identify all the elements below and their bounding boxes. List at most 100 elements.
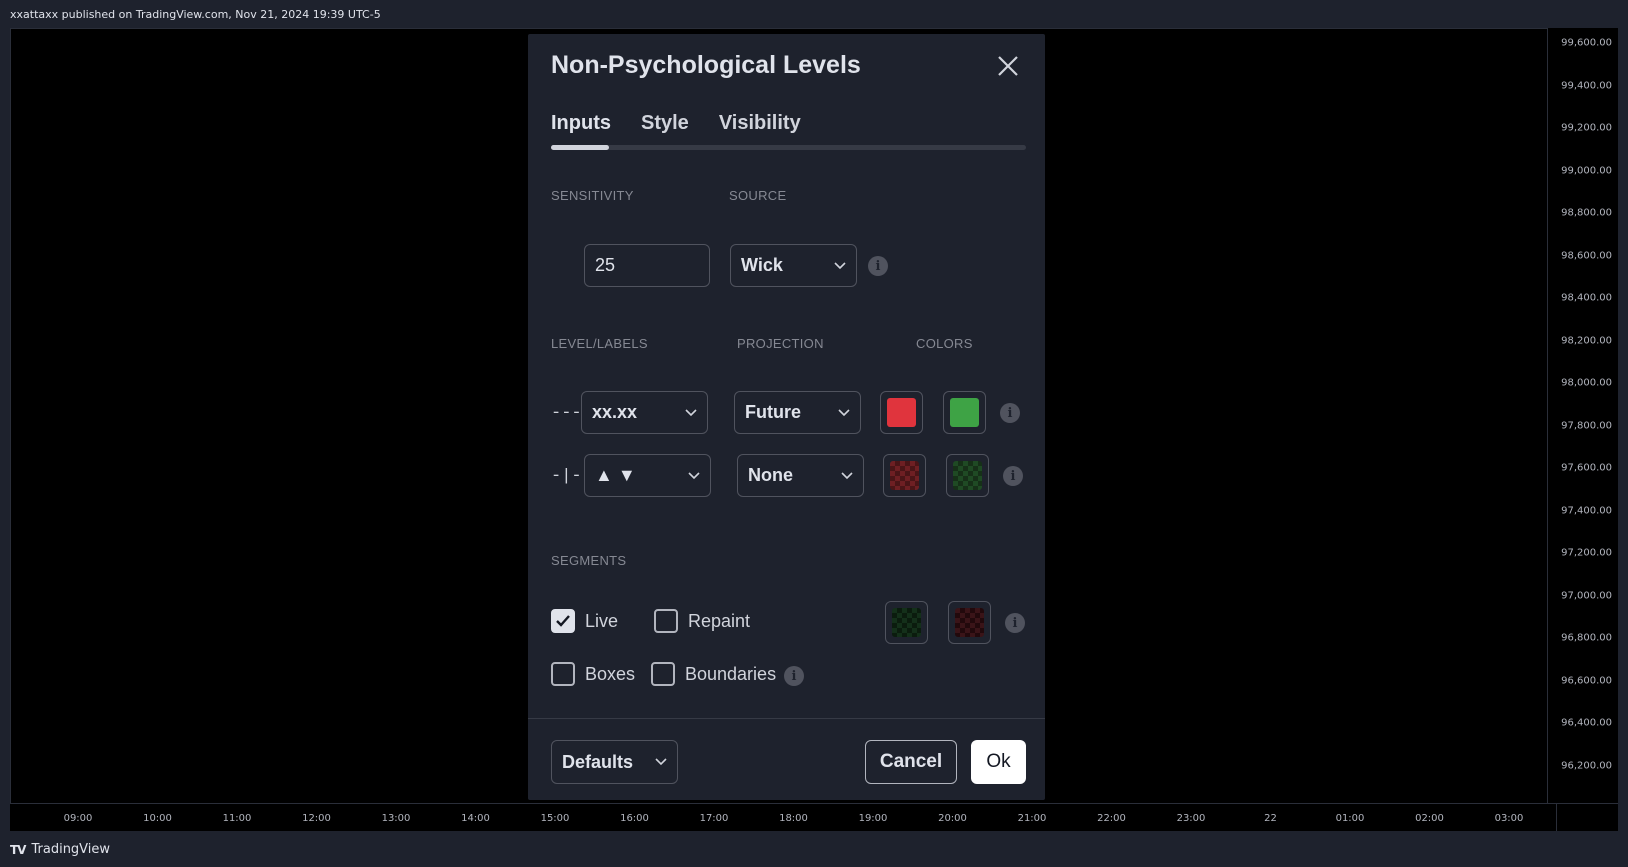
- source-select[interactable]: Wick: [730, 244, 857, 287]
- price-tick-label: 96,400.00: [1561, 717, 1612, 729]
- price-tick-label: 98,800.00: [1561, 207, 1612, 219]
- tab-track: [551, 145, 1026, 150]
- segments-label: SEGMENTS: [551, 553, 627, 568]
- price-tick-label: 97,800.00: [1561, 420, 1612, 431]
- chevron-down-icon: [655, 758, 667, 766]
- price-tick-label: 98,600.00: [1561, 250, 1612, 261]
- color-fill: [892, 608, 921, 637]
- info-icon[interactable]: i: [868, 256, 888, 276]
- time-tick-label: 23:00: [1176, 813, 1206, 824]
- source-label: SOURCE: [729, 188, 787, 203]
- repaint-checkbox-row[interactable]: Repaint: [654, 609, 750, 633]
- price-tick-label: 99,200.00: [1561, 122, 1612, 134]
- price-tick-label: 98,000.00: [1561, 377, 1612, 389]
- tab-inputs[interactable]: Inputs: [551, 112, 611, 135]
- boxes-checkbox[interactable]: [551, 662, 575, 686]
- price-tick-label: 96,600.00: [1561, 675, 1612, 686]
- boundaries-label: Boundaries: [685, 663, 777, 684]
- level-color-bullish-swatch[interactable]: [943, 391, 986, 434]
- live-checkbox-row[interactable]: Live: [551, 609, 618, 633]
- label-projection-select[interactable]: None: [737, 454, 864, 497]
- time-tick-label: 09:00: [63, 813, 93, 824]
- label-color-bearish-swatch[interactable]: [883, 454, 926, 497]
- level-labels-label: LEVEL/LABELS: [551, 336, 648, 351]
- footer-divider: [528, 718, 1045, 719]
- sensitivity-label: SENSITIVITY: [551, 188, 634, 203]
- segment-color-bearish-swatch[interactable]: [948, 601, 991, 644]
- chevron-down-icon: [685, 408, 697, 416]
- time-tick-label: 01:00: [1335, 813, 1365, 824]
- price-tick-label: 97,000.00: [1561, 590, 1612, 601]
- live-label: Live: [585, 610, 619, 631]
- time-tick-label: 20:00: [938, 813, 967, 824]
- indicator-settings-dialog: Non-Psychological Levels Inputs Style Vi…: [528, 34, 1045, 800]
- time-tick-label: 03:00: [1494, 813, 1524, 824]
- defaults-label: Defaults: [562, 751, 634, 772]
- level-projection-select[interactable]: Future: [734, 391, 861, 434]
- tradingview-logo-icon: TV: [10, 842, 27, 857]
- brand-name: TradingView: [31, 842, 111, 857]
- boundaries-checkbox-row[interactable]: Boundaries: [651, 662, 776, 686]
- label-marker-style-label: -|-: [551, 467, 582, 486]
- price-tick-label: 99,600.00: [1561, 37, 1612, 49]
- segment-color-bullish-swatch[interactable]: [885, 601, 928, 644]
- sensitivity-input[interactable]: 25: [584, 244, 710, 287]
- time-tick-label: 19:00: [858, 813, 888, 824]
- time-tick-label: 22:00: [1097, 813, 1126, 824]
- close-button[interactable]: [992, 50, 1024, 82]
- boundaries-checkbox[interactable]: [651, 662, 675, 686]
- ok-button[interactable]: Ok: [971, 740, 1026, 784]
- info-icon[interactable]: i: [1000, 403, 1020, 423]
- time-tick-label: 22: [1264, 813, 1277, 824]
- brand: TV TradingView: [10, 842, 110, 857]
- price-axis[interactable]: 99,600.00 99,400.00 99,200.00 99,000.00 98,8…: [1547, 28, 1618, 803]
- time-tick-label: 16:00: [620, 813, 649, 824]
- time-axis[interactable]: 09:00 10:00 11:00 12:00 13:00 14:00 15:00 16:00…: [10, 803, 1556, 831]
- chevron-down-icon: [841, 471, 853, 479]
- time-tick-label: 18:00: [779, 813, 808, 824]
- repaint-label: Repaint: [688, 610, 751, 631]
- time-tick-label: 17:00: [699, 813, 729, 824]
- tab-visibility[interactable]: Visibility: [719, 112, 801, 135]
- price-tick-label: 98,200.00: [1561, 335, 1612, 346]
- price-tick-label: 96,800.00: [1561, 632, 1612, 644]
- level-label-format-select[interactable]: xx.xx: [581, 391, 708, 434]
- tab-style[interactable]: Style: [641, 112, 689, 135]
- cancel-button[interactable]: Cancel: [865, 740, 957, 784]
- time-tick-label: 21:00: [1017, 813, 1047, 824]
- chevron-down-icon: [838, 408, 850, 416]
- info-icon[interactable]: i: [1005, 613, 1025, 633]
- defaults-dropdown[interactable]: Defaults: [551, 740, 678, 784]
- color-fill: [890, 461, 919, 490]
- color-fill: [887, 398, 916, 427]
- level-line-style-label: ---: [551, 404, 582, 423]
- label-marker-select[interactable]: ▲ ▼: [584, 454, 711, 497]
- time-tick-label: 15:00: [540, 813, 570, 824]
- check-icon: [556, 615, 570, 627]
- tab-bar: Inputs Style Visibility: [551, 112, 801, 135]
- label-color-bullish-swatch[interactable]: [946, 454, 989, 497]
- time-tick-label: 11:00: [222, 813, 252, 824]
- level-color-bearish-swatch[interactable]: [880, 391, 923, 434]
- color-fill: [955, 608, 984, 637]
- label-projection-value: None: [748, 465, 793, 485]
- time-tick-label: 10:00: [143, 813, 172, 824]
- info-icon[interactable]: i: [784, 666, 804, 686]
- colors-label: COLORS: [916, 336, 973, 351]
- level-label-format-value: xx.xx: [592, 402, 638, 422]
- repaint-checkbox[interactable]: [654, 609, 678, 633]
- color-fill: [953, 461, 982, 490]
- boxes-label: Boxes: [585, 663, 636, 684]
- close-icon: [998, 56, 1018, 76]
- label-marker-value: ▲ ▼: [595, 465, 636, 485]
- boxes-checkbox-row[interactable]: Boxes: [551, 662, 635, 686]
- axis-corner: [1556, 803, 1618, 831]
- price-tick-label: 97,400.00: [1561, 505, 1612, 516]
- live-checkbox[interactable]: [551, 609, 575, 633]
- dialog-title: Non-Psychological Levels: [551, 51, 861, 79]
- time-tick-label: 14:00: [461, 813, 490, 824]
- time-tick-label: 13:00: [381, 813, 411, 824]
- active-tab-indicator: [551, 145, 609, 150]
- info-icon[interactable]: i: [1003, 466, 1023, 486]
- price-tick-label: 97,600.00: [1561, 462, 1612, 474]
